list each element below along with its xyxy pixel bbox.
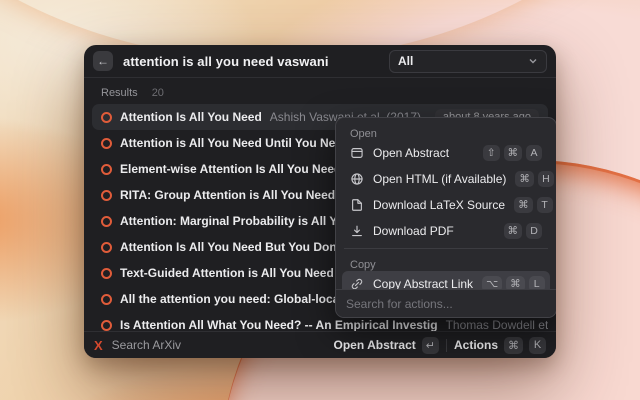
menu-item-label: Download PDF [373, 224, 454, 238]
arxiv-ring-icon [101, 268, 112, 279]
back-arrow-icon: ← [97, 51, 109, 71]
menu-item-label: Download LaTeX Source [373, 198, 505, 212]
raycast-window: ← attention is all you need vaswani All … [84, 45, 556, 358]
command-key-icon: ⌘ [504, 223, 523, 239]
desktop-background: ← attention is all you need vaswani All … [0, 0, 640, 400]
shortcut-keys: ⇧ ⌘ A [483, 145, 542, 161]
result-title: Element-wise Attention Is All You Need [120, 162, 341, 176]
menu-section-open: Open [342, 122, 550, 140]
command-name: Search ArXiv [112, 338, 181, 352]
search-header: ← attention is all you need vaswani All [84, 45, 556, 78]
menu-item-open-html[interactable]: Open HTML (if Available) ⌘ H [342, 166, 550, 192]
primary-action-label: Open Abstract [334, 338, 416, 352]
results-section-header: Results 20 [84, 78, 556, 102]
primary-action-button[interactable]: Open Abstract ↵ [334, 337, 439, 354]
actions-menu-button[interactable]: Actions ⌘ K [454, 337, 546, 354]
actions-search-bar [336, 289, 556, 317]
results-count: 20 [152, 87, 164, 99]
arxiv-ring-icon [101, 242, 112, 253]
k-key-icon: K [529, 337, 546, 354]
command-key-icon: ⌘ [514, 197, 533, 213]
option-key-icon: ⌥ [482, 276, 502, 289]
status-bar: X Search ArXiv Open Abstract ↵ Actions ⌘… [84, 331, 556, 358]
results-label: Results [101, 87, 138, 99]
arxiv-ring-icon [101, 216, 112, 227]
arxiv-ring-icon [101, 294, 112, 305]
filter-dropdown[interactable]: All [389, 50, 547, 73]
arxiv-logo-icon: X [94, 338, 103, 353]
download-icon [350, 224, 364, 238]
status-bar-actions: Open Abstract ↵ Actions ⌘ K [334, 337, 546, 354]
arxiv-ring-icon [101, 164, 112, 175]
arxiv-ring-icon [101, 190, 112, 201]
t-key-icon: T [537, 197, 553, 213]
footer-divider [446, 339, 447, 352]
arxiv-ring-icon [101, 138, 112, 149]
menu-section-copy: Copy [342, 253, 550, 271]
shift-key-icon: ⇧ [483, 145, 500, 161]
actions-search-input[interactable] [346, 297, 546, 311]
arxiv-ring-icon [101, 112, 112, 123]
actions-label: Actions [454, 338, 498, 352]
command-key-icon: ⌘ [504, 337, 523, 354]
command-key-icon: ⌘ [515, 171, 534, 187]
browser-window-icon [350, 146, 364, 160]
return-key-icon: ↵ [422, 337, 439, 354]
menu-item-open-abstract[interactable]: Open Abstract ⇧ ⌘ A [342, 140, 550, 166]
chevron-down-icon [528, 56, 538, 66]
l-key-icon: L [529, 276, 545, 289]
menu-item-label: Open HTML (if Available) [373, 172, 506, 186]
d-key-icon: D [526, 223, 542, 239]
result-authors: Thomas Dowdell et al. (2019) [446, 318, 548, 332]
globe-icon [350, 172, 364, 186]
result-title: Attention Is All You Need [120, 110, 262, 124]
actions-menu-list: Open Open Abstract ⇧ ⌘ A Open HTML (if A… [336, 118, 556, 289]
link-icon [350, 277, 364, 289]
shortcut-keys: ⌘ D [504, 223, 543, 239]
command-key-icon: ⌘ [506, 276, 525, 289]
h-key-icon: H [538, 171, 554, 187]
back-button[interactable]: ← [93, 51, 113, 71]
menu-item-download-pdf[interactable]: Download PDF ⌘ D [342, 218, 550, 244]
arxiv-ring-icon [101, 320, 112, 331]
shortcut-keys: ⌘ H [515, 171, 554, 187]
actions-context-menu: Open Open Abstract ⇧ ⌘ A Open HTML (if A… [335, 117, 556, 318]
shortcut-keys: ⌘ T [514, 197, 553, 213]
a-key-icon: A [526, 145, 542, 161]
document-icon [350, 198, 364, 212]
dropdown-value: All [398, 54, 413, 68]
menu-divider [344, 248, 548, 249]
menu-item-label: Open Abstract [373, 146, 449, 160]
menu-item-copy-abstract-link[interactable]: Copy Abstract Link ⌥ ⌘ L [342, 271, 550, 289]
command-key-icon: ⌘ [504, 145, 523, 161]
shortcut-keys: ⌥ ⌘ L [482, 276, 545, 289]
search-query[interactable]: attention is all you need vaswani [123, 54, 379, 69]
menu-item-label: Copy Abstract Link [373, 277, 473, 289]
menu-item-download-latex[interactable]: Download LaTeX Source ⌘ T [342, 192, 550, 218]
result-title: Is Attention All What You Need? -- An Em… [120, 318, 438, 332]
